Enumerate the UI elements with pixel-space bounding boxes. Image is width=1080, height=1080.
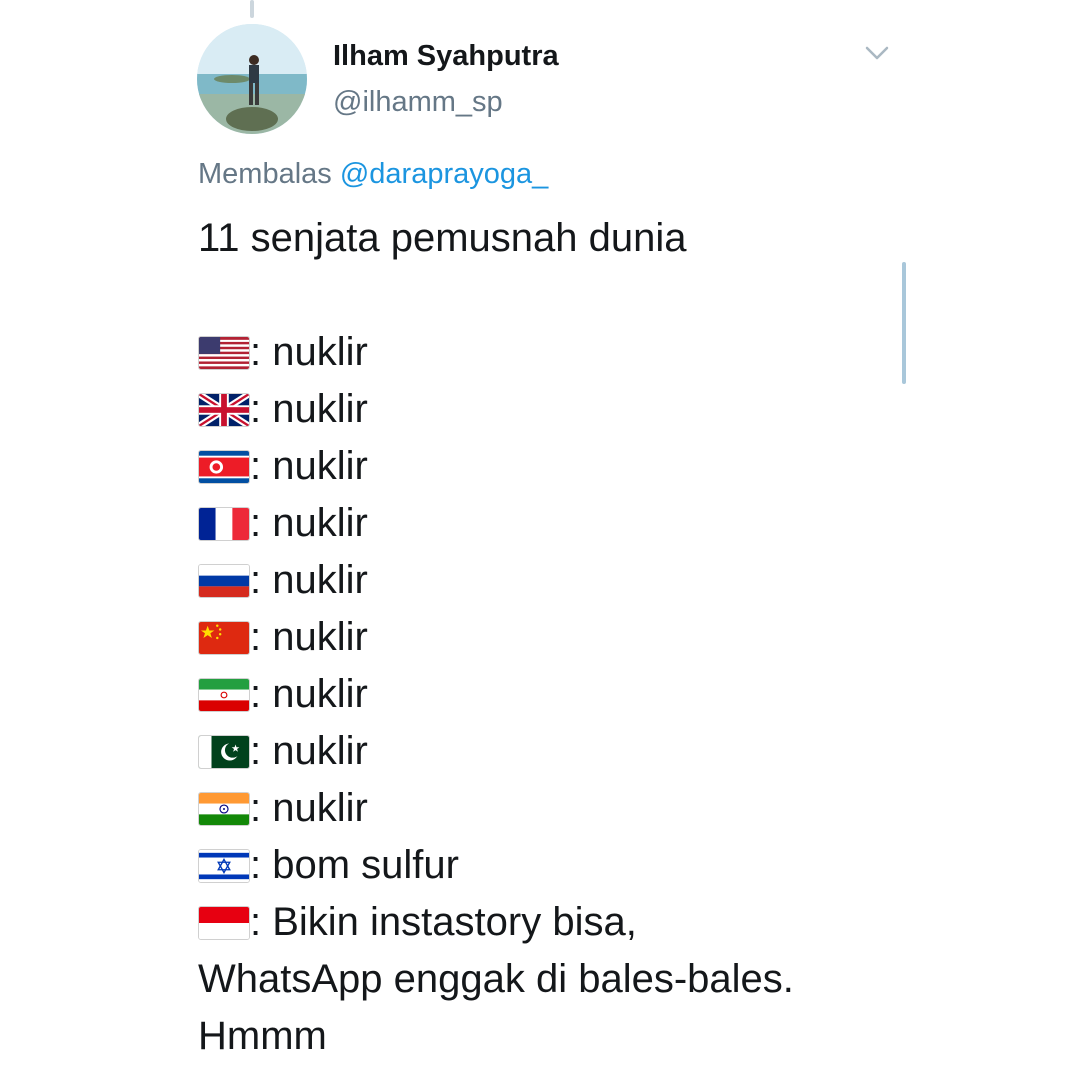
russia-flag-icon bbox=[198, 563, 250, 598]
continuation-line: Hmmm bbox=[198, 1014, 327, 1058]
reply-context: Membalas @daraprayoga_ bbox=[198, 158, 548, 191]
pakistan-flag-icon bbox=[198, 734, 250, 769]
reply-prefix: Membalas bbox=[198, 158, 332, 190]
item-text: : nuklir bbox=[250, 615, 368, 659]
list-item: : nuklir bbox=[198, 609, 978, 666]
item-text: : nuklir bbox=[250, 558, 368, 602]
israel-flag-icon bbox=[198, 848, 250, 883]
item-text: : bom sulfur bbox=[250, 843, 459, 887]
list-item: : nuklir bbox=[198, 438, 978, 495]
list-item: : nuklir bbox=[198, 495, 978, 552]
avatar[interactable] bbox=[197, 24, 307, 134]
continuation-line: WhatsApp enggak di bales-bales. bbox=[198, 957, 794, 1001]
item-text: : nuklir bbox=[250, 444, 368, 488]
list-item: : nuklir bbox=[198, 381, 978, 438]
item-text: : nuklir bbox=[250, 330, 368, 374]
item-text: : nuklir bbox=[250, 672, 368, 716]
france-flag-icon bbox=[198, 506, 250, 541]
india-flag-icon bbox=[198, 791, 250, 826]
north-korea-flag-icon bbox=[198, 449, 250, 484]
item-text: : nuklir bbox=[250, 729, 368, 773]
item-text: : nuklir bbox=[250, 387, 368, 431]
item-text: : nuklir bbox=[250, 501, 368, 545]
china-flag-icon bbox=[198, 620, 250, 655]
list-item: : nuklir bbox=[198, 324, 978, 381]
list-item: : nuklir bbox=[198, 723, 978, 780]
author-name[interactable]: Ilham Syahputra bbox=[333, 40, 559, 73]
chevron-down-icon[interactable] bbox=[862, 42, 892, 64]
list-item: : nuklir bbox=[198, 666, 978, 723]
author-handle[interactable]: @ilhamm_sp bbox=[333, 86, 503, 119]
list-item: : bom sulfur bbox=[198, 837, 978, 894]
tweet-title: 11 senjata pemusnah dunia bbox=[198, 216, 687, 260]
item-text: : Bikin instastory bisa, bbox=[250, 900, 637, 944]
list-item: : nuklir bbox=[198, 780, 978, 837]
thread-connector-line bbox=[250, 0, 254, 18]
list-item: : Bikin instastory bisa, bbox=[198, 894, 978, 951]
tweet-text: 11 senjata pemusnah dunia : nuklir: nuk… bbox=[198, 210, 978, 1065]
reply-mention-link[interactable]: @daraprayoga_ bbox=[340, 158, 548, 190]
indonesia-flag-icon bbox=[198, 905, 250, 940]
iran-flag-icon bbox=[198, 677, 250, 712]
item-text: : nuklir bbox=[250, 786, 368, 830]
list-item: : nuklir bbox=[198, 552, 978, 609]
us-flag-icon bbox=[198, 335, 250, 370]
uk-flag-icon bbox=[198, 392, 250, 427]
